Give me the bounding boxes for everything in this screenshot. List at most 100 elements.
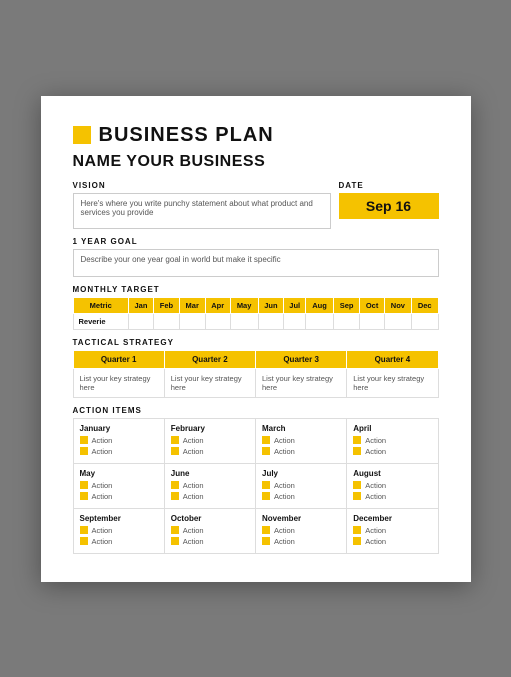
strategy-cell-2[interactable]: List your key strategy here: [164, 368, 255, 397]
action-item[interactable]: Action: [80, 481, 158, 490]
action-item[interactable]: Action: [80, 492, 158, 501]
action-dot-icon: [80, 526, 88, 534]
date-section: DATE Sep 16: [339, 181, 439, 229]
action-dot-icon: [80, 481, 88, 489]
action-month-cell: September Action Action: [74, 509, 165, 554]
action-dot-icon: [353, 492, 361, 500]
monthly-col-dec: Dec: [411, 297, 438, 313]
action-item[interactable]: Action: [262, 481, 340, 490]
monthly-col-jan: Jan: [128, 297, 153, 313]
action-item[interactable]: Action: [171, 436, 249, 445]
action-dot-icon: [353, 447, 361, 455]
action-label: Action: [274, 537, 295, 546]
action-label: Action: [92, 447, 113, 456]
action-month-cell: NovemberActionAction: [256, 509, 347, 554]
action-item[interactable]: Action: [353, 537, 431, 546]
monthly-value-cell[interactable]: [154, 313, 180, 329]
action-item[interactable]: Action: [171, 526, 249, 535]
action-dot-icon: [353, 537, 361, 545]
action-month-cell: July Action Action: [256, 464, 347, 509]
action-label: Action: [274, 481, 295, 490]
action-month-name: December: [353, 514, 431, 523]
monthly-col-jun: Jun: [258, 297, 284, 313]
action-item[interactable]: Action: [353, 492, 431, 501]
action-label: Action: [183, 447, 204, 456]
strategy-cell-4[interactable]: List your key strategy here: [347, 368, 438, 397]
action-item[interactable]: Action: [353, 436, 431, 445]
action-item[interactable]: Action: [171, 481, 249, 490]
action-label: Action: [92, 436, 113, 445]
action-dot-icon: [262, 537, 270, 545]
action-item[interactable]: Action: [80, 537, 158, 546]
business-name: NAME YOUR BUSINESS: [73, 153, 439, 171]
action-month-cell: December Action Action: [347, 509, 438, 554]
action-dot-icon: [262, 447, 270, 455]
date-value[interactable]: Sep 16: [339, 193, 439, 219]
action-month-name: June: [171, 469, 249, 478]
vision-text[interactable]: Here's where you write punchy statement …: [73, 193, 331, 229]
action-item[interactable]: Action: [262, 526, 340, 535]
monthly-value-cell[interactable]: [306, 313, 334, 329]
monthly-value-cell[interactable]: [411, 313, 438, 329]
monthly-value-cell[interactable]: [230, 313, 258, 329]
action-label: Action: [274, 526, 295, 535]
action-item[interactable]: Action: [171, 492, 249, 501]
metric-cell: Reverie: [73, 313, 128, 329]
action-month-name: February: [171, 424, 249, 433]
monthly-value-cell[interactable]: [205, 313, 230, 329]
goal-text[interactable]: Describe your one year goal in world but…: [73, 249, 439, 277]
action-month-cell: MayActionAction: [74, 464, 165, 509]
action-item[interactable]: Action: [353, 481, 431, 490]
action-item[interactable]: Action: [262, 492, 340, 501]
monthly-col-metric: Metric: [73, 297, 128, 313]
action-item[interactable]: Action: [262, 447, 340, 456]
action-item[interactable]: Action: [262, 436, 340, 445]
goal-label: 1 YEAR GOAL: [73, 237, 439, 246]
monthly-value-cell[interactable]: [333, 313, 359, 329]
page-title: BUSINESS PLAN: [99, 124, 274, 147]
table-row: Reverie: [73, 313, 438, 329]
action-item[interactable]: Action: [353, 526, 431, 535]
action-dot-icon: [262, 492, 270, 500]
action-label: Action: [183, 436, 204, 445]
action-label: Action: [365, 481, 386, 490]
action-item[interactable]: Action: [80, 526, 158, 535]
action-item[interactable]: Action: [80, 436, 158, 445]
action-month-cell: February Action Action: [165, 419, 256, 464]
action-item[interactable]: Action: [80, 447, 158, 456]
header-square-icon: [73, 126, 91, 144]
monthly-col-sep: Sep: [333, 297, 359, 313]
action-month-name: July: [262, 469, 340, 478]
action-month-name: September: [80, 514, 158, 523]
monthly-col-aug: Aug: [306, 297, 334, 313]
action-label: Action: [183, 492, 204, 501]
action-label: Action: [365, 492, 386, 501]
action-month-cell: JanuaryActionAction: [74, 419, 165, 464]
action-dot-icon: [353, 526, 361, 534]
action-dot-icon: [171, 537, 179, 545]
action-label: Action: [92, 526, 113, 535]
action-dot-icon: [171, 447, 179, 455]
action-item[interactable]: Action: [262, 537, 340, 546]
action-month-name: April: [353, 424, 431, 433]
quarter-header-4: Quarter 4: [347, 350, 438, 368]
action-month-name: August: [353, 469, 431, 478]
action-dot-icon: [80, 447, 88, 455]
action-dot-icon: [353, 436, 361, 444]
action-item[interactable]: Action: [171, 447, 249, 456]
monthly-value-cell[interactable]: [384, 313, 411, 329]
tactical-label: TACTICAL STRATEGY: [73, 338, 439, 347]
monthly-value-cell[interactable]: [128, 313, 153, 329]
monthly-value-cell[interactable]: [284, 313, 306, 329]
strategy-cell-3[interactable]: List your key strategy here: [256, 368, 347, 397]
action-label: Action: [365, 436, 386, 445]
monthly-value-cell[interactable]: [258, 313, 284, 329]
action-item[interactable]: Action: [353, 447, 431, 456]
strategy-cell-1[interactable]: List your key strategy here: [73, 368, 164, 397]
monthly-value-cell[interactable]: [179, 313, 205, 329]
action-dot-icon: [80, 537, 88, 545]
monthly-value-cell[interactable]: [360, 313, 384, 329]
action-label: Action: [365, 537, 386, 546]
vision-section: VISION Here's where you write punchy sta…: [73, 181, 331, 229]
action-item[interactable]: Action: [171, 537, 249, 546]
